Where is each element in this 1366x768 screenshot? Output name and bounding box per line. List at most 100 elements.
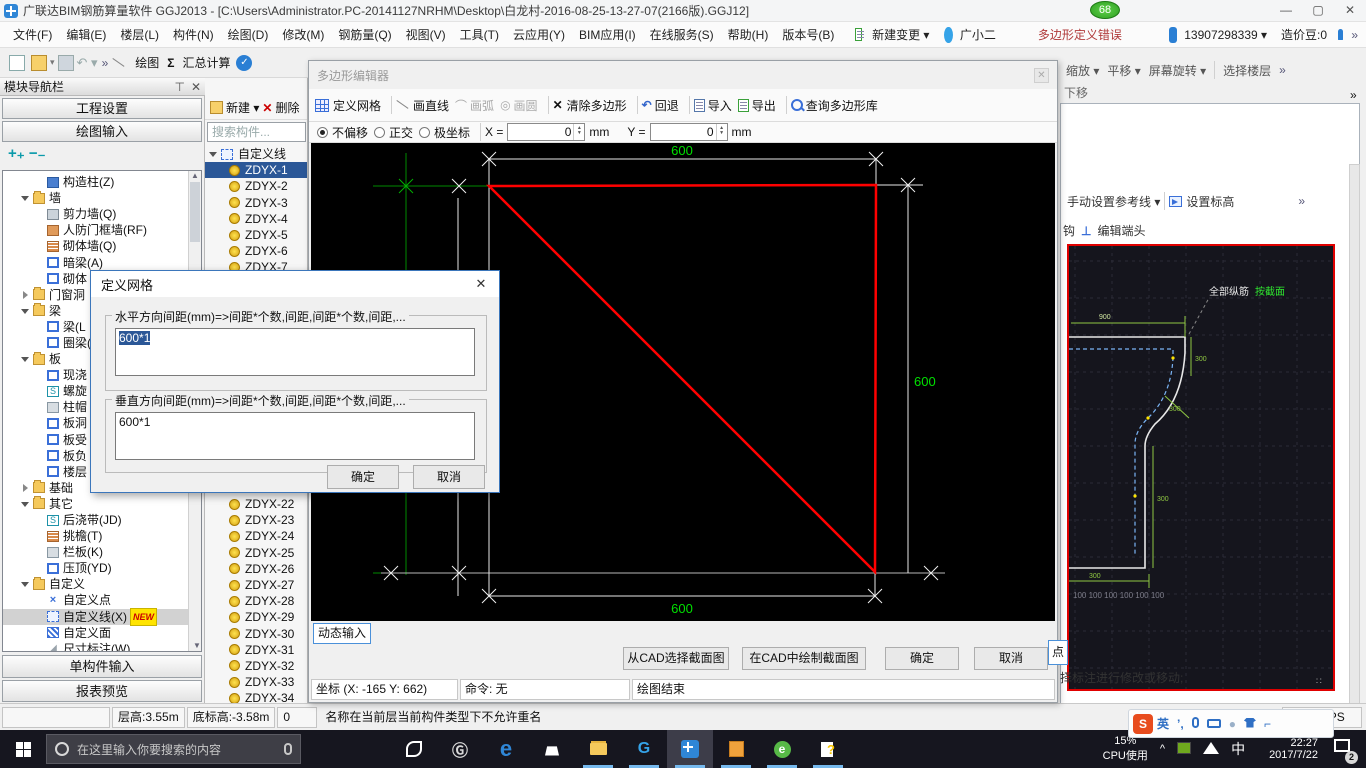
tree-item[interactable]: 暗梁(A) [3, 254, 201, 270]
polygon-editor-close-icon[interactable]: ✕ [1034, 68, 1049, 83]
expand-arrow-icon[interactable] [33, 401, 45, 413]
component-root[interactable]: 自定义线 [205, 146, 307, 162]
expand-arrow-icon[interactable] [19, 192, 31, 204]
punctuation-icon[interactable]: ’, [1177, 717, 1184, 731]
expand-arrow-icon[interactable] [33, 385, 45, 397]
component-item[interactable]: ZDYX-2 [205, 178, 307, 194]
skin-icon[interactable] [1243, 717, 1256, 731]
define-grid-titlebar[interactable]: 定义网格 ✕ [91, 271, 499, 297]
component-item[interactable]: ZDYX-6 [205, 243, 307, 259]
component-item[interactable]: ZDYX-25 [205, 545, 307, 561]
expand-arrow-icon[interactable] [33, 514, 45, 526]
new-file-icon[interactable] [9, 54, 25, 71]
hook-label[interactable]: 钩 [1063, 222, 1075, 239]
tray-expand-chevron[interactable]: ^ [1160, 743, 1165, 755]
menu-item[interactable]: 工具(T) [453, 26, 506, 43]
x-input[interactable]: 0 ▲ ▼ [507, 123, 586, 141]
cpu-usage-indicator[interactable]: 15% CPU使用 [1103, 735, 1148, 763]
taskbar-app-edge[interactable]: e [483, 730, 529, 768]
tree-item[interactable]: 尺寸标注(W) [3, 641, 201, 651]
mic-icon[interactable] [284, 743, 292, 755]
component-item[interactable]: ZDYX-4 [205, 211, 307, 227]
component-item[interactable]: ZDYX-26 [205, 561, 307, 577]
move-down-label[interactable]: 下移 [1064, 84, 1088, 101]
component-item[interactable]: ZDYX-5 [205, 227, 307, 243]
tree-item[interactable]: 人防门框墙(RF) [3, 222, 201, 238]
taskbar-app-ggj[interactable] [667, 730, 713, 768]
manual-ref-line-button[interactable]: 手动设置参考线 ▾ [1067, 193, 1160, 210]
y-input[interactable]: 0 ▲ ▼ [649, 123, 728, 141]
new-change-button[interactable]: 新建变更 ▾ [865, 26, 936, 43]
user-icon[interactable]: ● [1229, 717, 1236, 731]
draw-in-cad-button[interactable]: 在CAD中绘制截面图 [742, 647, 866, 670]
polygon-editor-titlebar[interactable]: 多边形编辑器 ✕ [309, 61, 1057, 89]
tree-item[interactable]: 自定义点 [3, 592, 201, 608]
component-item[interactable]: ZDYX-34 [205, 690, 307, 703]
component-search-input[interactable]: 搜索构件... [207, 122, 306, 142]
menu-item[interactable]: BIM应用(I) [572, 26, 643, 43]
minimize-button[interactable]: — [1270, 0, 1302, 22]
panel-scrollbar[interactable] [1349, 164, 1360, 744]
ime-indicator[interactable]: 中 [1231, 739, 1245, 759]
menu-item[interactable]: 楼层(L) [113, 26, 166, 43]
single-component-button[interactable]: 单构件输入 [2, 655, 202, 678]
select-floor-button[interactable]: 选择楼层 [1219, 62, 1275, 79]
polygon-cancel-button[interactable]: 取消 [974, 647, 1048, 670]
nvidia-icon[interactable] [1177, 741, 1192, 757]
maximize-button[interactable]: ▢ [1302, 0, 1334, 22]
expand-arrow-icon[interactable] [33, 643, 45, 651]
radio-polar[interactable]: 极坐标 [419, 124, 470, 141]
taskbar-app-flower[interactable] [391, 730, 437, 768]
menu-item[interactable]: 在线服务(S) [643, 26, 721, 43]
action-center-icon[interactable]: 2 [1330, 730, 1360, 768]
undo-button[interactable]: ↶ 回退 [642, 97, 679, 114]
menu-item[interactable]: 编辑(E) [59, 26, 113, 43]
tree-item[interactable]: 其它 [3, 496, 201, 512]
expand-arrow-icon[interactable] [33, 224, 45, 236]
taskbar-app-explorer[interactable] [575, 730, 621, 768]
keyboard-icon[interactable] [1206, 717, 1221, 731]
expand-arrow-icon[interactable] [207, 148, 219, 160]
component-item[interactable]: ZDYX-32 [205, 658, 307, 674]
assistant-button[interactable]: 广小二 [953, 26, 1003, 43]
component-item[interactable]: ZDYX-29 [205, 609, 307, 625]
bell-icon[interactable] [1338, 29, 1344, 40]
menu-item[interactable]: 版本号(B) [775, 26, 841, 43]
define-grid-button[interactable]: 定义网格 [315, 97, 381, 114]
save-icon[interactable] [57, 54, 74, 71]
component-item[interactable]: ZDYX-27 [205, 577, 307, 593]
tree-item[interactable]: 构造柱(Z) [3, 174, 201, 190]
export-button[interactable]: 导出 [737, 97, 776, 114]
tree-item[interactable]: 自定义 [3, 576, 201, 592]
draw-arc-button[interactable]: ⌒ 画弧 [455, 97, 494, 114]
expand-arrow-icon[interactable] [33, 562, 45, 574]
polygon-ok-button[interactable]: 确定 [885, 647, 959, 670]
wrench-icon[interactable]: ⌐ [1264, 717, 1271, 731]
menu-item[interactable]: 修改(M) [275, 26, 331, 43]
spinner-arrows-icon[interactable]: ▲ ▼ [573, 124, 584, 140]
menu-item[interactable]: 构件(N) [166, 26, 221, 43]
component-item[interactable]: ZDYX-30 [205, 626, 307, 642]
expand-arrow-icon[interactable] [33, 417, 45, 429]
component-item[interactable]: ZDYX-23 [205, 512, 307, 528]
import-button[interactable]: 导入 [693, 97, 732, 114]
tree-item[interactable]: 压顶(YD) [3, 560, 201, 576]
draw-input-button[interactable]: 绘图输入 [2, 121, 202, 142]
dialog-close-icon[interactable]: ✕ [473, 276, 489, 292]
tree-item[interactable]: 砌体墙(Q) [3, 238, 201, 254]
taskbar-app-help[interactable]: ? [805, 730, 851, 768]
expand-arrow-icon[interactable] [33, 627, 45, 639]
component-item[interactable]: ZDYX-1 [205, 162, 307, 179]
cloud-check-icon[interactable]: ✓ [236, 54, 253, 71]
edit-end-button[interactable]: 编辑端头 [1097, 222, 1145, 239]
expand-arrow-icon[interactable] [33, 530, 45, 542]
expand-arrow-icon[interactable] [19, 498, 31, 510]
tree-item[interactable]: 剪力墙(Q) [3, 206, 201, 222]
dynamic-input-toggle[interactable]: 动态输入 [313, 623, 371, 644]
tree-item[interactable]: 挑檐(T) [3, 528, 201, 544]
taskbar-app-gspiral[interactable]: Ⓖ [437, 730, 483, 768]
expand-arrow-icon[interactable] [33, 450, 45, 462]
taskbar-app-store[interactable] [529, 730, 575, 768]
tree-item[interactable]: 墙 [3, 190, 201, 206]
project-settings-button[interactable]: 工程设置 [2, 98, 202, 119]
